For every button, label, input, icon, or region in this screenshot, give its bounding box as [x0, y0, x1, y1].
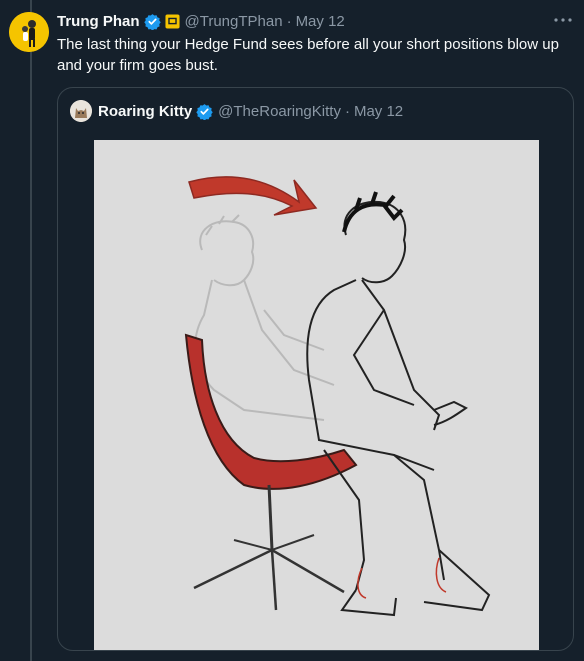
- quoted-author-avatar[interactable]: [70, 100, 92, 122]
- tweet-header: Trung Phan @TrungTPhan · May 12: [57, 11, 345, 31]
- quoted-tweet-card[interactable]: Roaring Kitty @TheRoaringKitty · May 12: [57, 87, 574, 651]
- affiliate-badge-icon[interactable]: [164, 13, 180, 29]
- quoted-tweet-image[interactable]: [94, 140, 539, 650]
- author-avatar[interactable]: [9, 12, 49, 52]
- quoted-header-separator: ·: [344, 102, 350, 120]
- author-display-name[interactable]: Trung Phan: [57, 13, 140, 30]
- more-options-icon[interactable]: [552, 12, 574, 28]
- quoted-verified-badge-icon: [196, 103, 213, 120]
- verified-badge-icon: [143, 13, 161, 30]
- tweet-date[interactable]: May 12: [296, 13, 345, 30]
- quoted-author-handle[interactable]: @TheRoaringKitty: [218, 103, 341, 120]
- quoted-tweet-header: Roaring Kitty @TheRoaringKitty · May 12: [70, 100, 403, 122]
- quoted-author-display-name[interactable]: Roaring Kitty: [98, 103, 192, 120]
- header-separator: ·: [286, 12, 292, 30]
- tweet-text: The last thing your Hedge Fund sees befo…: [57, 36, 559, 74]
- author-handle[interactable]: @TrungTPhan: [185, 13, 283, 30]
- thread-connector-line: [30, 0, 32, 661]
- quoted-tweet-date[interactable]: May 12: [354, 103, 403, 120]
